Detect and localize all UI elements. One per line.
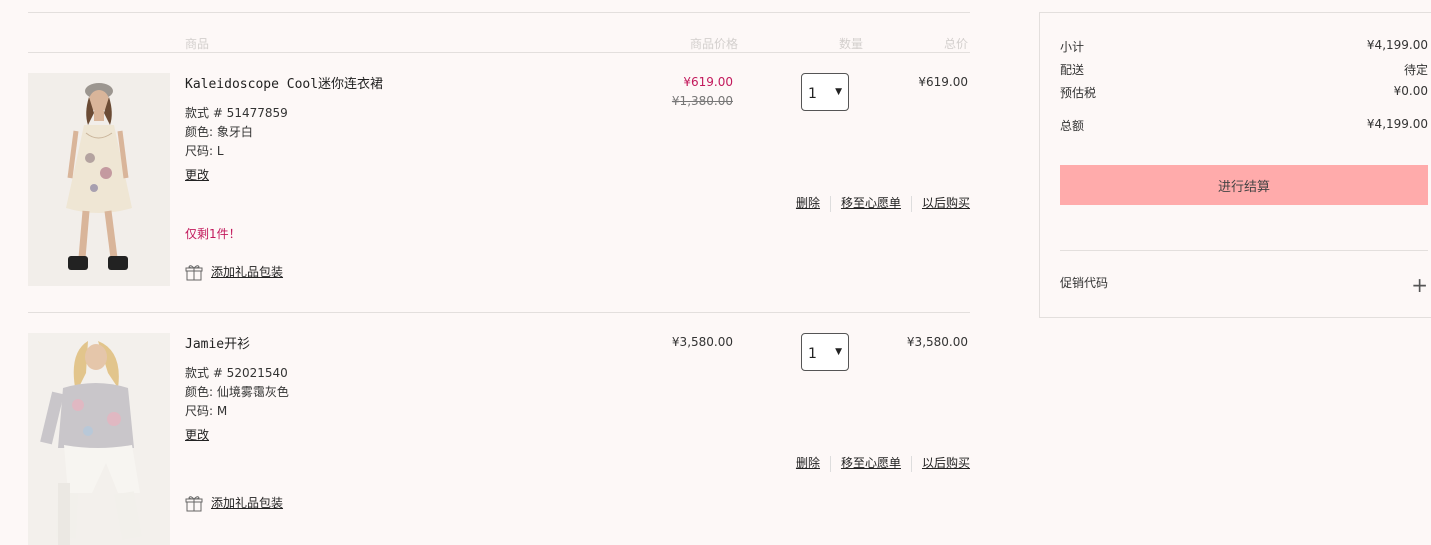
shipping-value: 待定	[1403, 63, 1428, 77]
cart-item: Kaleidoscope Cool迷你连衣裙 款式 # 51477859 颜色:…	[28, 73, 970, 288]
item-total: ¥619.00	[918, 75, 968, 89]
product-size: 尺码: L	[185, 144, 224, 158]
order-summary: 小计 ¥4,199.00 配送 待定 预估税 ¥0.00 总额 ¥4,199.0…	[1039, 12, 1431, 318]
product-color: 颜色: 象牙白	[185, 125, 253, 139]
total-value: ¥4,199.00	[1366, 117, 1428, 131]
shipping-label: 配送	[1060, 63, 1085, 77]
product-image[interactable]	[28, 333, 170, 545]
tax-row: 预估税 ¥0.00	[1060, 84, 1428, 101]
gift-icon	[185, 264, 211, 280]
quantity-select[interactable]: 1 ▼	[801, 73, 849, 111]
product-name[interactable]: Kaleidoscope Cool迷你连衣裙	[185, 73, 383, 92]
low-stock-notice: 仅剩1件！	[185, 227, 241, 241]
caret-down-icon: ▼	[835, 347, 842, 357]
plus-icon[interactable]: +	[1411, 275, 1428, 295]
move-to-wishlist-button[interactable]: 移至心愿单	[841, 196, 901, 210]
header-total: 总价	[944, 37, 969, 51]
buy-later-button[interactable]: 以后购买	[922, 456, 970, 470]
delete-button[interactable]: 删除	[796, 456, 820, 470]
move-to-wishlist-button[interactable]: 移至心愿单	[841, 456, 901, 470]
total-row: 总额 ¥4,199.00	[1060, 117, 1428, 134]
edit-link[interactable]: 更改	[185, 166, 209, 183]
quantity-select[interactable]: 1 ▼	[801, 333, 849, 371]
divider	[910, 195, 912, 212]
divider	[829, 455, 831, 472]
item-actions: 删除 移至心愿单 以后购买	[796, 194, 970, 212]
cart-item: Jamie开衫 款式 # 52021540 颜色: 仙境雾霭灰色 尺码: M 更…	[28, 333, 970, 545]
header-qty: 数量	[839, 37, 864, 51]
original-price: ¥1,380.00	[671, 94, 733, 108]
total-label: 总额	[1060, 119, 1085, 133]
product-size: 尺码: M	[185, 404, 228, 418]
divider	[829, 195, 831, 212]
tax-value: ¥0.00	[1393, 84, 1428, 98]
quantity-value: 1	[808, 346, 817, 362]
header-price: 商品价格	[690, 37, 739, 51]
shipping-row: 配送 待定	[1060, 61, 1428, 78]
caret-down-icon: ▼	[835, 87, 842, 97]
promo-code-label: 促销代码	[1060, 276, 1109, 290]
header-product: 商品	[185, 37, 210, 51]
subtotal-label: 小计	[1060, 40, 1085, 54]
product-name[interactable]: Jamie开衫	[185, 333, 250, 352]
gift-wrap-option[interactable]: 添加礼品包装	[185, 494, 283, 513]
product-style: 款式 # 52021540	[185, 366, 288, 380]
product-color: 颜色: 仙境雾霭灰色	[185, 385, 289, 399]
sale-price: ¥619.00	[683, 75, 733, 89]
item-actions: 删除 移至心愿单 以后购买	[796, 454, 970, 472]
gift-wrap-link[interactable]: 添加礼品包装	[211, 496, 283, 510]
edit-link[interactable]: 更改	[185, 426, 209, 443]
checkout-button[interactable]: 进行结算	[1060, 165, 1428, 205]
gift-wrap-link[interactable]: 添加礼品包装	[211, 265, 283, 279]
top-divider	[28, 12, 970, 13]
buy-later-button[interactable]: 以后购买	[922, 196, 970, 210]
subtotal-value: ¥4,199.00	[1366, 38, 1428, 52]
product-style: 款式 # 51477859	[185, 106, 288, 120]
promo-code-toggle[interactable]: 促销代码	[1060, 274, 1428, 291]
quantity-value: 1	[808, 86, 817, 102]
item-divider	[28, 312, 970, 313]
subtotal-row: 小计 ¥4,199.00	[1060, 38, 1428, 55]
header-divider	[28, 52, 970, 53]
delete-button[interactable]: 删除	[796, 196, 820, 210]
gift-icon	[185, 495, 211, 511]
item-price: ¥619.00 ¥1,380.00	[672, 75, 733, 108]
summary-divider	[1060, 250, 1428, 251]
item-total: ¥3,580.00	[906, 335, 968, 349]
gift-wrap-option[interactable]: 添加礼品包装	[185, 263, 283, 282]
divider	[910, 455, 912, 472]
product-image[interactable]	[28, 73, 170, 286]
item-price: ¥3,580.00	[671, 335, 733, 349]
tax-label: 预估税	[1060, 86, 1097, 100]
